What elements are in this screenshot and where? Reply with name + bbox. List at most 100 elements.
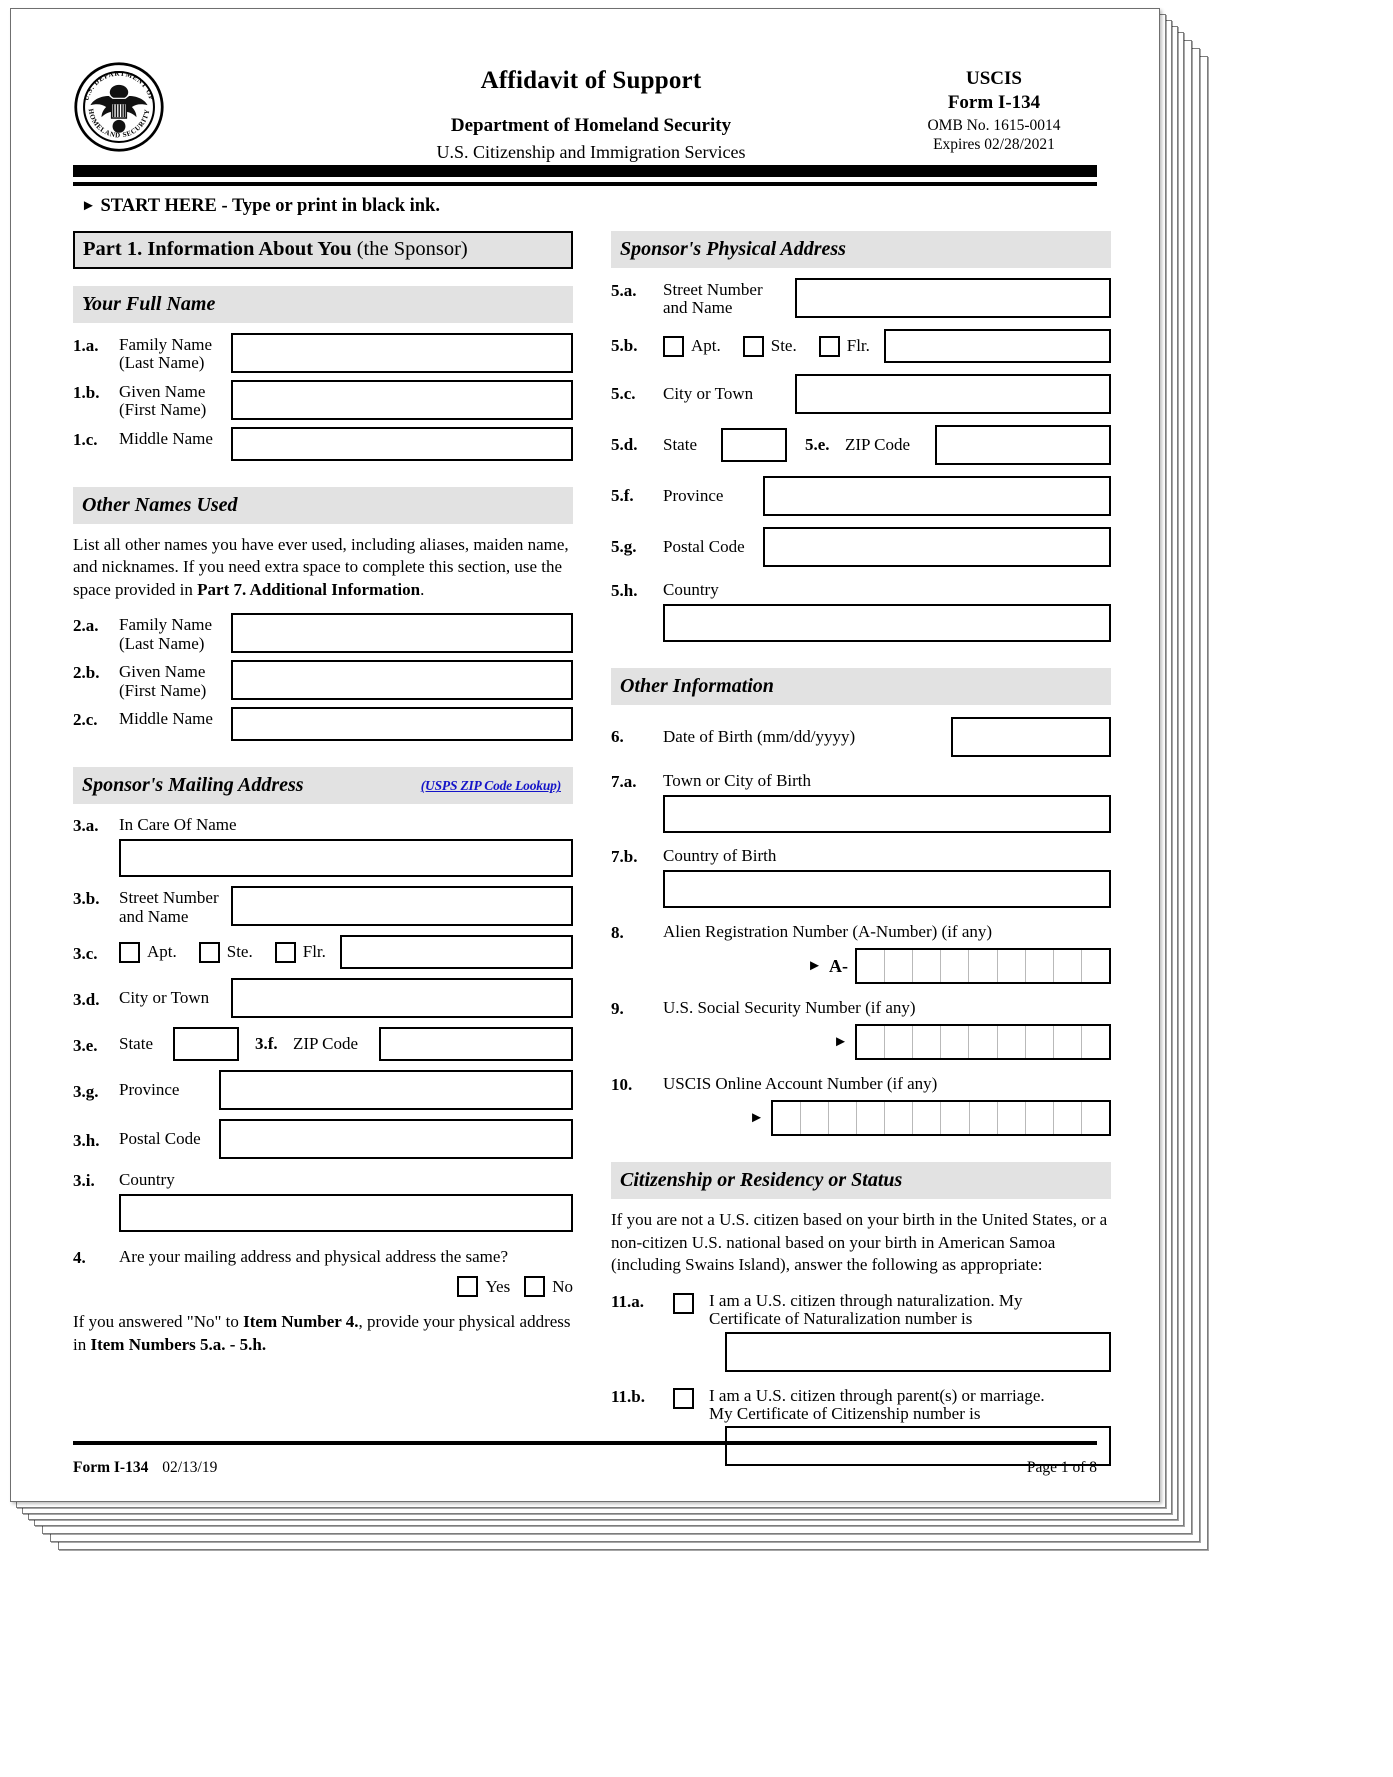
your-full-name-heading: Your Full Name — [73, 285, 573, 323]
header-rule-thick — [73, 165, 1097, 177]
input-mailing-zip[interactable] — [379, 1027, 573, 1062]
field-row-3g: 3.g. Province — [73, 1070, 573, 1111]
input-physical-postal[interactable] — [763, 527, 1111, 567]
footer-form-date: 02/13/19 — [162, 1459, 218, 1476]
field-row-2a: 2.a. Family Name (Last Name) — [73, 613, 573, 654]
item-4-note: If you answered "No" to Item Number 4., … — [73, 1312, 571, 1354]
field-row-3a-label: 3.a. In Care Of Name — [73, 813, 573, 836]
checkbox-mailing-flr[interactable] — [274, 941, 296, 963]
field-row-1c: 1.c. Middle Name — [73, 426, 573, 461]
input-middle-name[interactable] — [231, 426, 573, 461]
start-here-rest: - Type or print in black ink. — [221, 196, 440, 216]
citizenship-heading: Citizenship or Residency or Status — [611, 1162, 1111, 1199]
input-town-of-birth[interactable] — [663, 795, 1111, 833]
item-number-3d: 3.d. — [73, 989, 100, 1009]
input-mailing-street[interactable] — [231, 886, 573, 927]
online-account-arrow-icon: ► — [749, 1109, 764, 1126]
left-column: Part 1. Information About You (the Spons… — [73, 231, 573, 1357]
input-mailing-unit-number[interactable] — [339, 935, 573, 970]
field-row-2c: 2.c. Middle Name — [73, 707, 573, 742]
input-uscis-online-account[interactable] — [771, 1100, 1111, 1136]
label-8: Alien Registration Number (A-Number) (if… — [663, 922, 993, 941]
item-number-3g: 3.g. — [73, 1081, 99, 1101]
item-number-7a: 7.a. — [611, 772, 637, 791]
input-a-number[interactable] — [855, 948, 1111, 984]
field-row-3d: 3.d. City or Town — [73, 978, 573, 1019]
start-here-arrow-icon: ► — [81, 198, 96, 214]
a-number-arrow-icon: ► — [807, 957, 822, 974]
other-information-heading: Other Information — [611, 668, 1111, 705]
input-in-care-of-name[interactable] — [119, 839, 573, 878]
header-titles: Affidavit of Support Department of Homel… — [311, 67, 871, 163]
input-country-of-birth[interactable] — [663, 870, 1111, 908]
checkbox-11b[interactable] — [673, 1387, 694, 1409]
item-number-5e: 5.e. — [805, 435, 830, 454]
input-mailing-country[interactable] — [119, 1194, 573, 1233]
label-1a: Family Name (Last Name) — [119, 334, 213, 372]
checkbox-physical-apt[interactable] — [663, 335, 684, 357]
input-mailing-province[interactable] — [219, 1070, 573, 1111]
part-1-banner: Part 1. Information About You (the Spons… — [73, 231, 573, 269]
input-physical-province[interactable] — [763, 476, 1111, 516]
input-other-family-name[interactable] — [231, 613, 573, 654]
input-physical-zip[interactable] — [935, 425, 1111, 465]
label-3f: ZIP Code — [293, 1034, 359, 1054]
item-number-2b: 2.b. — [73, 663, 100, 683]
checkbox-item4-no[interactable] — [524, 1276, 546, 1298]
checkbox-11a[interactable] — [673, 1292, 694, 1314]
label-2c: Middle Name — [119, 709, 213, 729]
checkbox-mailing-ste-group[interactable]: Ste. — [198, 941, 253, 963]
input-mailing-city[interactable] — [231, 978, 573, 1019]
label-physical-flr: Flr. — [846, 336, 870, 355]
checkbox-physical-flr[interactable] — [818, 335, 840, 357]
input-date-of-birth[interactable] — [951, 717, 1111, 757]
label-10: USCIS Online Account Number (if any) — [663, 1074, 938, 1093]
label-4-question: Are your mailing address and physical ad… — [119, 1247, 508, 1267]
citizenship-intro: If you are not a U.S. citizen based on y… — [611, 1210, 1108, 1275]
page-stack: U.S. DEPARTMENT OF HOMELAND SECURITY Aff… — [0, 0, 1393, 1777]
checkbox-physical-flr-group[interactable]: Flr. — [818, 335, 870, 357]
start-here-instruction: ► START HERE - Type or print in black in… — [81, 196, 440, 217]
input-ssn[interactable] — [855, 1024, 1111, 1060]
input-mailing-state[interactable] — [173, 1027, 239, 1062]
input-physical-country[interactable] — [663, 604, 1111, 642]
label-5g: Postal Code — [663, 536, 745, 556]
item-number-10: 10. — [611, 1075, 633, 1094]
input-physical-city[interactable] — [795, 374, 1111, 414]
checkbox-physical-ste-group[interactable]: Ste. — [742, 335, 797, 357]
input-given-name[interactable] — [231, 379, 573, 420]
checkbox-physical-ste[interactable] — [742, 335, 764, 357]
checkbox-physical-apt-group[interactable]: Apt. — [663, 335, 721, 357]
checkbox-mailing-flr-group[interactable]: Flr. — [274, 941, 326, 963]
agency-name: Department of Homeland Security — [450, 114, 732, 136]
field-row-6: 6. Date of Birth (mm/dd/yyyy) — [611, 717, 1111, 757]
right-column: Sponsor's Physical Address 5.a. Street N… — [611, 231, 1111, 1467]
input-family-name[interactable] — [231, 332, 573, 373]
checkbox-mailing-ste[interactable] — [198, 941, 220, 963]
field-row-5h-label: 5.h. Country — [611, 578, 1111, 601]
field-row-9-input: ► — [611, 1024, 1111, 1060]
input-other-given-name[interactable] — [231, 660, 573, 701]
checkbox-mailing-apt[interactable] — [119, 941, 140, 963]
usps-zip-lookup-link[interactable]: (USPS ZIP Code Lookup) — [421, 779, 561, 794]
item-number-3i: 3.i. — [73, 1171, 95, 1191]
form-page: U.S. DEPARTMENT OF HOMELAND SECURITY Aff… — [10, 8, 1160, 1502]
item-number-3a: 3.a. — [73, 816, 99, 836]
input-mailing-postal[interactable] — [219, 1119, 573, 1160]
item-number-9: 9. — [611, 999, 624, 1018]
label-5a: Street Number and Name — [663, 280, 763, 318]
input-naturalization-number[interactable] — [725, 1331, 1111, 1372]
checkbox-item4-yes[interactable] — [457, 1276, 479, 1298]
input-physical-street[interactable] — [795, 278, 1111, 318]
other-names-label: Other Names Used — [82, 493, 238, 516]
item-number-5a: 5.a. — [611, 281, 637, 300]
label-5d: State — [663, 434, 697, 454]
input-physical-unit-number[interactable] — [883, 329, 1111, 363]
label-9: U.S. Social Security Number (if any) — [663, 998, 916, 1017]
input-other-middle-name[interactable] — [231, 707, 573, 742]
bureau-name: U.S. Citizenship and Immigration Service… — [436, 141, 746, 162]
start-here-bold: START HERE — [100, 196, 217, 216]
input-physical-state[interactable] — [721, 428, 787, 462]
footer-form-info: Form I-134 02/13/19 — [73, 1459, 217, 1477]
checkbox-mailing-apt-group[interactable]: Apt. — [119, 941, 177, 963]
